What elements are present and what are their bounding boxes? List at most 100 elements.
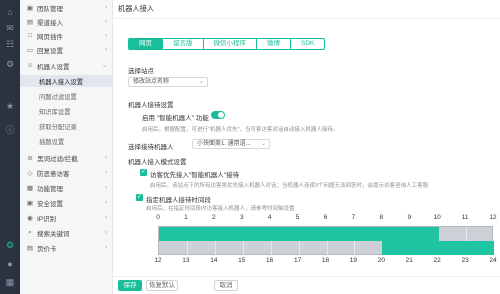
ip-icon: ◉ bbox=[27, 214, 33, 222]
divider bbox=[114, 18, 500, 19]
robot-select-value: 小快面美1. 通用语... bbox=[197, 141, 251, 147]
nav-sub-robot-access[interactable]: 机器人接入设置 bbox=[20, 75, 113, 87]
main-content: 机器人接入 网页 留言版 微信小程序 微博 SDK 选择站点 修改站点名称 ⌄ 机… bbox=[114, 0, 500, 294]
time-label-top: 2 bbox=[212, 214, 216, 221]
time-label-bottom: 15 bbox=[238, 257, 246, 264]
robot-select[interactable]: 小快面美1. 通用语... ⌄ bbox=[192, 139, 270, 149]
time-label-bottom: 14 bbox=[210, 257, 218, 264]
time-slot-active[interactable] bbox=[326, 227, 355, 241]
time-label-bottom: 16 bbox=[266, 257, 274, 264]
channel-icon: ▤ bbox=[26, 18, 34, 26]
chevron-right-icon: › bbox=[105, 169, 107, 176]
time-label-top: 5 bbox=[295, 214, 300, 221]
save-button[interactable]: 保存 bbox=[118, 280, 142, 291]
channel-tabs: 网页 留言版 微信小程序 微博 SDK bbox=[128, 38, 326, 50]
time-label-top: 6 bbox=[323, 214, 328, 221]
robot-priority-checkbox[interactable]: ✓ bbox=[140, 169, 147, 176]
time-label-bottom: 12 bbox=[154, 257, 162, 264]
nav-item-reply[interactable]: ▭ 回复设置 › bbox=[20, 43, 113, 56]
time-label-bottom: 21 bbox=[405, 257, 413, 264]
nav-item-filter-block[interactable]: ⊘ 黑词过滤/拦截 › bbox=[20, 151, 113, 164]
time-slot-active[interactable] bbox=[438, 241, 467, 255]
nav-item-anti-spam[interactable]: ◇ 防恶意访客 › bbox=[20, 166, 113, 179]
nav-sub-records[interactable]: 获取分配记录 bbox=[20, 120, 113, 132]
nav-item-function[interactable]: ▦ 功能管理 › bbox=[20, 181, 113, 194]
chat-icon[interactable]: ✉ bbox=[4, 22, 16, 34]
nav-item-robot[interactable]: ☺ 机器人设置 ⌄ bbox=[20, 59, 113, 72]
chevron-down-icon: ⌄ bbox=[260, 141, 266, 147]
tab-message-board[interactable]: 留言版 bbox=[163, 38, 204, 50]
cancel-button[interactable]: 取消 bbox=[214, 280, 238, 291]
time-label-bottom: 23 bbox=[461, 257, 469, 264]
nav-item-channel[interactable]: ▤ 渠道接入 › bbox=[20, 15, 113, 28]
time-slot-active[interactable] bbox=[270, 227, 300, 241]
grid-icon[interactable]: ▦ bbox=[4, 276, 16, 288]
settings-icon[interactable]: ⚙ bbox=[4, 58, 16, 70]
app-rail: ⌂ ✉ ☷ ⚙ ★ ⓘ ⚙ ● ▦ bbox=[0, 0, 20, 294]
chevron-right-icon: › bbox=[105, 214, 107, 221]
site-select[interactable]: 修改站点名称 ⌄ bbox=[128, 77, 208, 87]
info-icon[interactable]: ⓘ bbox=[4, 124, 16, 136]
time-slot-active[interactable] bbox=[186, 227, 216, 241]
time-label-bottom: 19 bbox=[349, 257, 358, 264]
shield-icon: ◇ bbox=[27, 169, 33, 177]
time-slot-active[interactable] bbox=[410, 227, 439, 241]
tab-sdk[interactable]: SDK bbox=[291, 38, 326, 50]
time-label-bottom: 20 bbox=[377, 257, 385, 264]
gear-icon[interactable]: ⚙ bbox=[4, 239, 16, 251]
chevron-right-icon: › bbox=[105, 199, 107, 206]
time-axis[interactable]: 0 1 2 3 4 5 6 7 8 9 10 11 12 12 13 14 15 16 17 18 19 20 21 22 23… bbox=[154, 214, 496, 264]
nav-item-card[interactable]: ▤ 页价卡 › bbox=[20, 241, 113, 254]
time-label-top: 1 bbox=[184, 214, 188, 221]
card-icon: ▤ bbox=[26, 244, 34, 252]
tab-web[interactable]: 网页 bbox=[128, 38, 163, 50]
time-slot-active[interactable] bbox=[298, 227, 327, 241]
star-icon[interactable]: ★ bbox=[4, 100, 16, 112]
time-slot-active[interactable] bbox=[159, 227, 188, 241]
nav-sub-knowledge[interactable]: 知识库设置 bbox=[20, 105, 113, 117]
enable-robot-toggle[interactable] bbox=[211, 111, 225, 119]
time-label-bottom: 17 bbox=[293, 257, 302, 264]
time-label-top: 8 bbox=[379, 214, 384, 221]
restore-default-button[interactable]: 恢复默认 bbox=[146, 280, 178, 291]
time-label-bottom: 18 bbox=[321, 257, 330, 264]
nav-item-team[interactable]: ▣ 团队管理 › bbox=[20, 1, 113, 14]
time-slot-active[interactable] bbox=[382, 241, 411, 255]
site-label: 选择站点 bbox=[128, 68, 154, 75]
robot-priority-hint: 启用后，该站点下的所有访客将优先接入机器人对话；当机器人连续3个问题无法回答时，… bbox=[150, 183, 429, 189]
time-slot-active[interactable] bbox=[410, 241, 439, 255]
chevron-right-icon: › bbox=[105, 32, 107, 39]
time-label-bottom: 13 bbox=[182, 257, 190, 264]
home-icon[interactable]: ⌂ bbox=[4, 6, 16, 18]
team-icon: ▣ bbox=[26, 4, 34, 12]
chevron-right-icon: › bbox=[105, 18, 107, 25]
nav-item-search-keyword[interactable]: ⌕ 搜索关键词 › bbox=[20, 226, 113, 239]
page-title: 机器人接入 bbox=[118, 4, 154, 13]
robot-priority-label: 访客优先接入"智能机器人"接待 bbox=[150, 172, 240, 179]
contacts-icon[interactable]: ☷ bbox=[4, 38, 16, 50]
time-label-top: 11 bbox=[461, 214, 469, 221]
time-slot-active[interactable] bbox=[214, 227, 244, 241]
user-icon[interactable]: ● bbox=[4, 258, 16, 270]
time-period-checkbox[interactable]: ✓ bbox=[136, 194, 143, 201]
nav-item-web[interactable]: □ 网页插件 › bbox=[20, 29, 113, 42]
time-slot-active[interactable] bbox=[382, 227, 411, 241]
time-slot-active[interactable] bbox=[466, 241, 495, 255]
time-label-top: 12 bbox=[489, 214, 497, 221]
nav-sub-questions[interactable]: 插题设置 bbox=[20, 135, 113, 147]
time-axis-bar[interactable] bbox=[158, 226, 495, 256]
chevron-right-icon: › bbox=[105, 244, 107, 251]
tab-wechat-miniprogram[interactable]: 微信小程序 bbox=[203, 38, 257, 50]
function-icon: ▦ bbox=[26, 184, 34, 192]
time-slot-active[interactable] bbox=[242, 227, 272, 241]
nav-item-ip[interactable]: ◉ IP识别 › bbox=[20, 211, 113, 224]
tab-weibo[interactable]: 微博 bbox=[257, 38, 291, 50]
nav-sub-filter[interactable]: 问题过滤设置 bbox=[20, 90, 113, 102]
time-label-top: 0 bbox=[156, 214, 160, 221]
nav-item-security[interactable]: ▣ 安全设置 › bbox=[20, 196, 113, 209]
robot-section-title: 机器人接待设置 bbox=[128, 102, 174, 109]
chevron-down-icon: ⌄ bbox=[101, 63, 107, 69]
enable-robot-hint: 启用后，根据配置，可进行"机器人优先"，当可客访客对话自动接入机器人接待。 bbox=[142, 127, 339, 133]
time-slot-active[interactable] bbox=[354, 227, 383, 241]
time-period-hint: 启用后，在指定时间段内访客接入机器人，请参考时间轴设置 bbox=[146, 206, 295, 212]
